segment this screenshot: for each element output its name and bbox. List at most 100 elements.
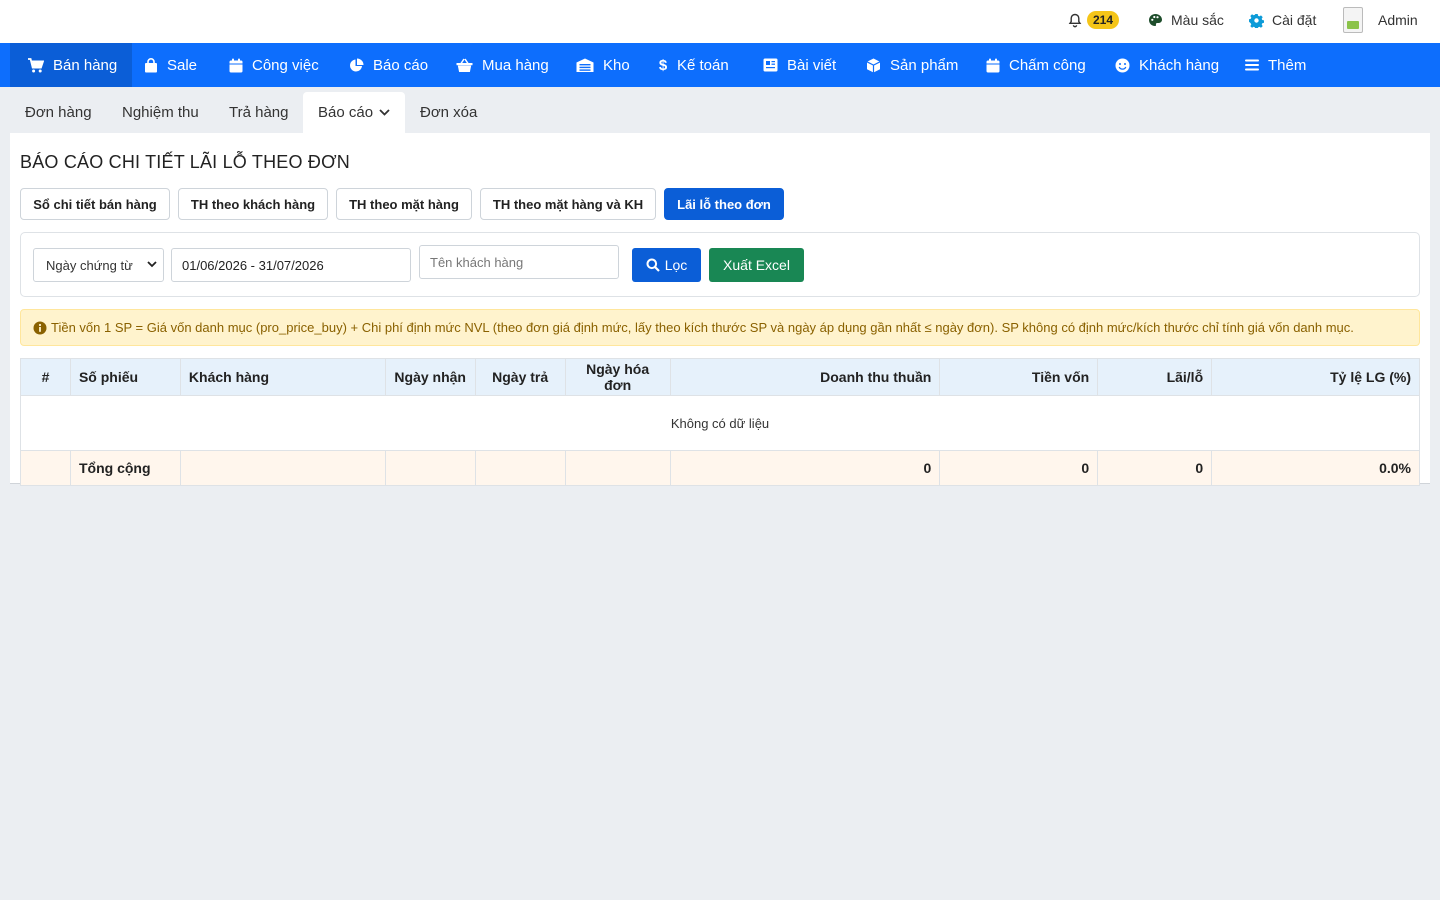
col-ngay-nhan[interactable]: Ngày nhận <box>384 358 476 396</box>
tab-nghiem-thu[interactable]: Nghiệm thu <box>107 92 214 133</box>
total-empty-cell <box>564 450 671 486</box>
settings-label: Cài đặt <box>1272 12 1317 28</box>
gear-icon <box>1249 13 1264 28</box>
menu-icon <box>1245 59 1259 71</box>
table-header-row: # Số phiếu Khách hàng Ngày nhận Ngày trả… <box>20 358 1420 396</box>
date-type-value: Ngày chứng từ <box>46 257 133 273</box>
color-theme-link[interactable]: Màu sắc <box>1148 0 1224 40</box>
export-excel-button[interactable]: Xuất Excel <box>709 248 804 282</box>
calendar-icon <box>986 58 1000 72</box>
nav-san-pham[interactable]: Sản phẩm <box>866 43 958 87</box>
nav-label: Thêm <box>1268 56 1307 74</box>
col-lai-lo[interactable]: Lãi/lỗ <box>1097 358 1213 396</box>
nav-label: Bán hàng <box>53 56 118 74</box>
report-th-mat-hang-kh-button[interactable]: TH theo mặt hàng và KH <box>480 188 656 220</box>
bag-icon <box>145 57 157 72</box>
tab-tra-hang[interactable]: Trả hàng <box>214 92 303 133</box>
nav-label: Mua hàng <box>482 56 549 74</box>
nav-ke-toan[interactable]: $ Kế toán <box>658 43 729 87</box>
warehouse-icon <box>576 58 594 72</box>
col-ngay-hoa-don[interactable]: Ngày hóa đơn <box>564 358 671 396</box>
svg-text:$: $ <box>659 57 668 73</box>
nav-label: Khách hàng <box>1139 56 1220 74</box>
empty-message: Không có dữ liệu <box>20 395 1420 451</box>
filter-button[interactable]: Lọc <box>632 248 701 282</box>
report-panel: BÁO CÁO CHI TIẾT LÃI LỖ THEO ĐƠN Sổ chi … <box>10 133 1430 486</box>
total-empty-cell <box>474 450 566 486</box>
nav-label: Báo cáo <box>373 56 429 74</box>
col-so-phieu[interactable]: Số phiếu <box>69 358 181 396</box>
box-icon <box>866 58 881 72</box>
avatar <box>1343 7 1363 33</box>
chevron-down-icon <box>379 109 390 116</box>
col-doanh-thu[interactable]: Doanh thu thuần <box>669 358 941 396</box>
date-type-select[interactable]: Ngày chứng từ <box>33 248 164 282</box>
empty-row: Không có dữ liệu <box>20 395 1420 451</box>
nav-them[interactable]: Thêm <box>1245 43 1306 87</box>
total-lai-lo: 0 <box>1097 450 1213 486</box>
total-ty-le: 0.0% <box>1211 450 1420 486</box>
nav-bai-viet[interactable]: Bài viết <box>763 43 836 87</box>
col-ngay-tra[interactable]: Ngày trả <box>474 358 566 396</box>
notification-count-badge: 214 <box>1087 11 1120 29</box>
tab-don-xoa[interactable]: Đơn xóa <box>405 92 492 133</box>
nav-label: Kho <box>603 56 630 74</box>
total-doanh-thu: 0 <box>669 450 941 486</box>
profit-loss-table: # Số phiếu Khách hàng Ngày nhận Ngày trả… <box>20 358 1420 486</box>
chevron-down-icon <box>147 261 157 268</box>
color-theme-label: Màu sắc <box>1171 12 1224 28</box>
alert-text: Tiền vốn 1 SP = Giá vốn danh mục (pro_pr… <box>51 320 1354 335</box>
customer-name-input[interactable]: Tên khách hàng <box>419 245 619 279</box>
nav-kho[interactable]: Kho <box>576 43 630 87</box>
newspaper-icon <box>763 58 778 72</box>
tab-don-hang[interactable]: Đơn hàng <box>10 92 107 133</box>
cart-icon <box>28 57 44 72</box>
report-th-khach-hang-button[interactable]: TH theo khách hàng <box>178 188 328 220</box>
dollar-icon: $ <box>659 57 668 73</box>
username: Admin <box>1378 12 1418 28</box>
cost-info-alert: Tiền vốn 1 SP = Giá vốn danh mục (pro_pr… <box>20 309 1420 346</box>
col-khach-hang[interactable]: Khách hàng <box>179 358 386 396</box>
total-label: Tổng cộng <box>69 450 181 486</box>
total-index-cell <box>20 450 71 486</box>
search-icon <box>646 258 660 272</box>
report-th-mat-hang-button[interactable]: TH theo mặt hàng <box>336 188 472 220</box>
main-nav: Bán hàng Sale Công việc Báo cáo Mua hàng… <box>0 43 1440 87</box>
nav-mua-hang[interactable]: Mua hàng <box>456 43 549 87</box>
report-so-chi-tiet-button[interactable]: Sổ chi tiết bán hàng <box>20 188 170 220</box>
total-empty-cell <box>384 450 476 486</box>
nav-label: Chấm công <box>1009 56 1086 74</box>
nav-khach-hang[interactable]: Khách hàng <box>1115 43 1219 87</box>
nav-label: Sale <box>167 56 198 74</box>
nav-label: Sản phẩm <box>890 56 959 74</box>
info-icon <box>33 321 47 334</box>
nav-ban-hang[interactable]: Bán hàng <box>10 43 133 87</box>
notifications[interactable]: 214 <box>1068 0 1120 40</box>
nav-cham-cong[interactable]: Chấm công <box>986 43 1086 87</box>
nav-label: Bài viết <box>787 56 837 74</box>
col-index[interactable]: # <box>20 358 71 396</box>
smile-icon <box>1115 58 1130 72</box>
total-tien-von: 0 <box>939 450 1099 486</box>
nav-label: Kế toán <box>677 56 729 74</box>
total-row: Tổng cộng 0 0 0 0.0% <box>20 450 1420 486</box>
filter-button-label: Lọc <box>664 257 688 273</box>
nav-bao-cao[interactable]: Báo cáo <box>349 43 428 87</box>
nav-sale[interactable]: Sale <box>144 43 197 87</box>
tab-bao-cao-label: Báo cáo <box>318 104 374 121</box>
page-title: BÁO CÁO CHI TIẾT LÃI LỖ THEO ĐƠN <box>20 152 350 172</box>
col-ty-le[interactable]: Tỷ lệ LG (%) <box>1211 358 1420 396</box>
nav-cong-viec[interactable]: Công việc <box>229 43 319 87</box>
pie-chart-icon <box>350 58 364 71</box>
date-range-input[interactable]: 01/06/2026 - 31/07/2026 <box>171 248 411 282</box>
sub-tabs: Đơn hàng Nghiệm thu Trả hàng Báo cáo Đơn… <box>10 92 1430 133</box>
report-lai-lo-button[interactable]: Lãi lỗ theo đơn <box>664 188 784 220</box>
col-tien-von[interactable]: Tiền vốn <box>939 358 1099 396</box>
nav-label: Công việc <box>252 56 319 74</box>
palette-icon <box>1149 13 1162 26</box>
tab-bao-cao[interactable]: Báo cáo <box>303 92 406 133</box>
basket-icon <box>456 58 473 72</box>
settings-link[interactable]: Cài đặt <box>1249 0 1316 40</box>
calendar-icon <box>229 58 243 72</box>
user-menu[interactable]: Admin <box>1343 0 1418 40</box>
